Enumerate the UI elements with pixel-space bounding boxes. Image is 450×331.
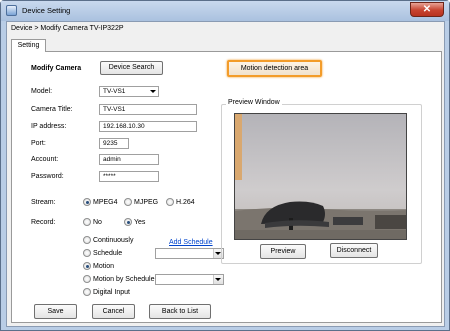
- account-label: Account:: [31, 156, 59, 163]
- stream-mjpeg-radio[interactable]: [124, 198, 132, 206]
- schedule-select[interactable]: [155, 248, 224, 259]
- motion-schedule-select[interactable]: [155, 274, 224, 285]
- mode-schedule-label: Schedule: [93, 250, 123, 257]
- camera-title-label: Camera Title:: [31, 106, 73, 113]
- port-field[interactable]: 9235: [99, 138, 129, 149]
- stream-mjpeg-label: MJPEG: [134, 199, 159, 206]
- account-field[interactable]: admin: [99, 154, 159, 165]
- motion-detection-area-button[interactable]: Motion detection area: [227, 60, 322, 77]
- record-yes-radio[interactable]: [124, 218, 132, 226]
- camera-title-field[interactable]: TV-VS1: [99, 104, 197, 115]
- tab-setting[interactable]: Setting: [11, 39, 46, 52]
- modify-camera-heading: Modify Camera: [31, 65, 82, 72]
- record-no-radio[interactable]: [83, 218, 91, 226]
- record-label: Record:: [31, 219, 56, 226]
- model-select[interactable]: TV-VS1: [99, 86, 159, 97]
- camera-preview-image: [234, 113, 407, 240]
- mode-schedule-radio[interactable]: [83, 249, 91, 257]
- disconnect-button[interactable]: Disconnect: [330, 243, 378, 258]
- add-schedule-link[interactable]: Add Schedule: [169, 239, 213, 246]
- port-label: Port:: [31, 140, 46, 147]
- preview-window-title: Preview Window: [226, 99, 282, 106]
- chevron-down-icon: [150, 90, 156, 93]
- device-search-button[interactable]: Device Search: [100, 61, 163, 75]
- mode-motion-radio[interactable]: [83, 262, 91, 270]
- stream-h264-radio[interactable]: [166, 198, 174, 206]
- stream-mpeg4-label: MPEG4: [93, 199, 118, 206]
- mode-motion-by-schedule-radio[interactable]: [83, 275, 91, 283]
- stream-mpeg4-radio[interactable]: [83, 198, 91, 206]
- model-value: TV-VS1: [103, 88, 126, 95]
- mode-digital-input-label: Digital Input: [93, 289, 130, 296]
- mode-motion-by-schedule-label: Motion by Schedule: [93, 276, 155, 283]
- title-bar[interactable]: Device Setting ✕: [1, 1, 449, 21]
- record-no-label: No: [93, 219, 102, 226]
- save-button[interactable]: Save: [34, 304, 77, 319]
- ip-address-field[interactable]: 192.168.10.30: [99, 121, 197, 132]
- model-label: Model:: [31, 88, 53, 95]
- window-title: Device Setting: [22, 6, 71, 15]
- app-icon: [6, 5, 17, 16]
- mode-continuously-radio[interactable]: [83, 236, 91, 244]
- preview-button[interactable]: Preview: [260, 244, 306, 259]
- chevron-down-icon: [215, 278, 221, 281]
- password-field[interactable]: *****: [99, 171, 159, 182]
- mode-digital-input-radio[interactable]: [83, 288, 91, 296]
- cancel-button[interactable]: Cancel: [92, 304, 135, 319]
- ip-address-label: IP address:: [31, 123, 67, 130]
- close-button[interactable]: ✕: [410, 2, 444, 17]
- mode-continuously-label: Continuously: [93, 237, 134, 244]
- mode-motion-label: Motion: [93, 263, 115, 270]
- stream-label: Stream:: [31, 199, 56, 206]
- record-yes-label: Yes: [134, 219, 146, 226]
- breadcrumb: Device > Modify Camera TV-IP322P: [11, 25, 124, 32]
- stream-h264-label: H.264: [176, 199, 195, 206]
- password-label: Password:: [31, 173, 64, 180]
- preview-scene: [235, 114, 406, 239]
- back-to-list-button[interactable]: Back to List: [149, 304, 211, 319]
